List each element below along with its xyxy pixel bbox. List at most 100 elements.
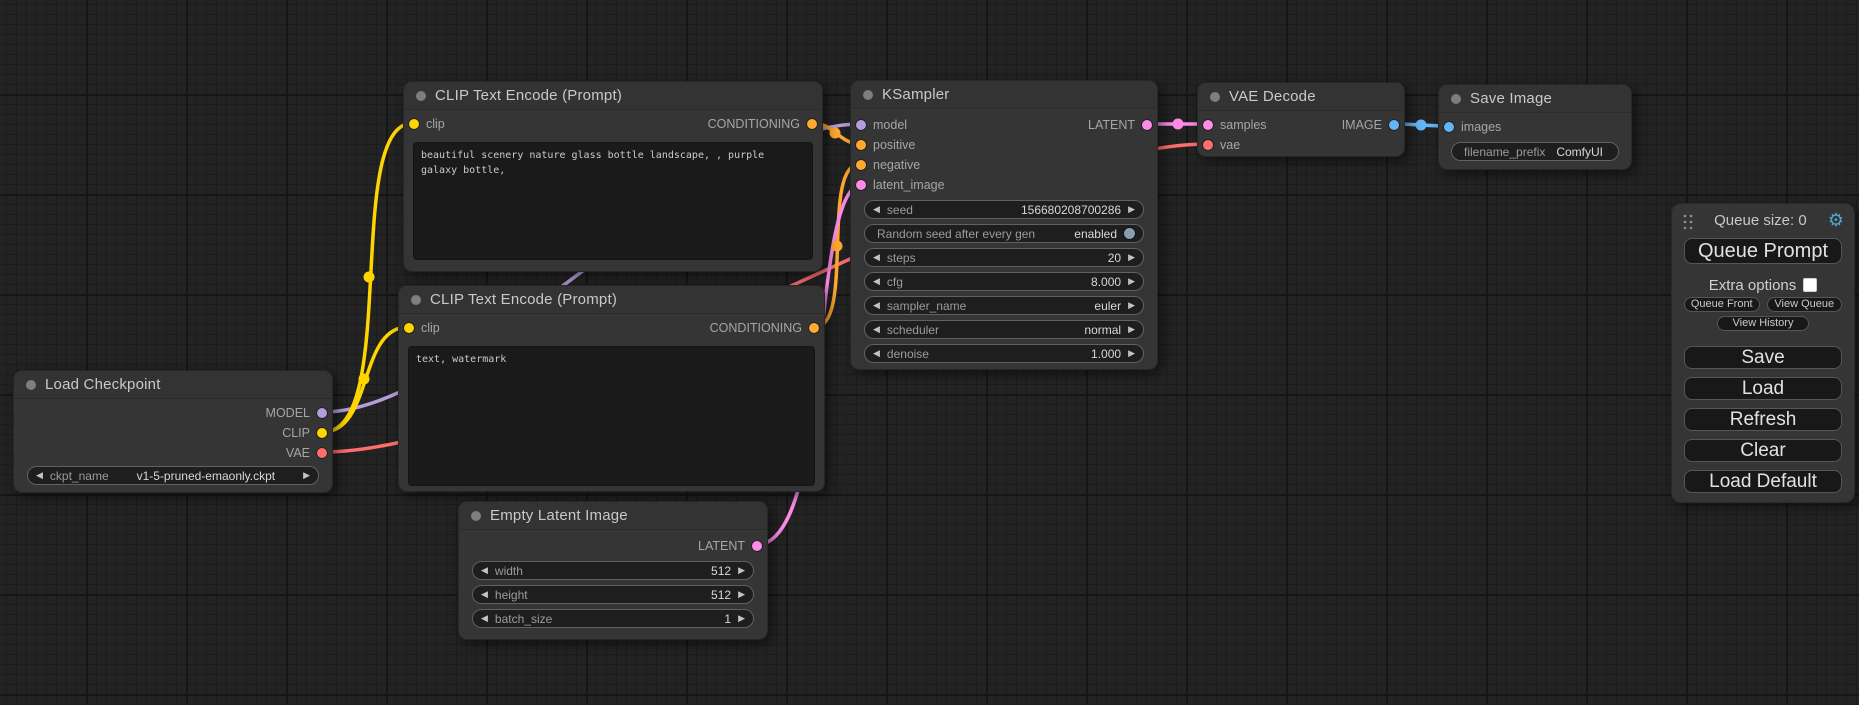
widget-batch-size[interactable]: ◀ batch_size 1 ▶: [472, 609, 754, 628]
widget-seed[interactable]: ◀ seed 156680208700286 ▶: [864, 200, 1144, 219]
decrement-arrow-icon[interactable]: ◀: [873, 349, 880, 358]
increment-arrow-icon[interactable]: ▶: [738, 566, 745, 575]
slot-row: vae: [1198, 135, 1404, 155]
decrement-arrow-icon[interactable]: ◀: [481, 590, 488, 599]
prompt-textarea[interactable]: beautiful scenery nature glass bottle la…: [413, 142, 813, 260]
input-slot-positive[interactable]: [856, 140, 866, 150]
input-slot-clip[interactable]: [404, 323, 414, 333]
collapse-toggle[interactable]: [1210, 92, 1220, 102]
node-header[interactable]: VAE Decode: [1198, 83, 1404, 111]
widget-steps[interactable]: ◀ steps 20 ▶: [864, 248, 1144, 267]
node-header[interactable]: CLIP Text Encode (Prompt): [399, 286, 824, 314]
node-save-image[interactable]: Save Image images filename_prefix ComfyU…: [1438, 84, 1632, 170]
toggle-indicator[interactable]: [1124, 228, 1135, 239]
increment-arrow-icon[interactable]: ▶: [1128, 349, 1135, 358]
queue-prompt-button[interactable]: Queue Prompt: [1684, 238, 1842, 264]
slot-row: CLIP: [14, 423, 332, 443]
input-slot-images[interactable]: [1444, 122, 1454, 132]
increment-arrow-icon[interactable]: ▶: [738, 590, 745, 599]
widget-random-seed-toggle[interactable]: Random seed after every gen enabled: [864, 224, 1144, 243]
queue-front-button[interactable]: Queue Front: [1684, 297, 1760, 312]
view-history-button[interactable]: View History: [1717, 316, 1809, 331]
increment-arrow-icon[interactable]: ▶: [1128, 253, 1135, 262]
increment-arrow-icon[interactable]: ▶: [1128, 277, 1135, 286]
increment-arrow-icon[interactable]: ▶: [1128, 301, 1135, 310]
input-label-clip: clip: [426, 117, 445, 131]
increment-arrow-icon[interactable]: ▶: [303, 471, 310, 480]
increment-arrow-icon[interactable]: ▶: [738, 614, 745, 623]
widget-value: 20: [1108, 251, 1121, 265]
input-label-model: model: [873, 118, 907, 132]
slot-row: clip CONDITIONING: [404, 114, 822, 134]
input-slot-samples[interactable]: [1203, 120, 1213, 130]
extra-options-label: Extra options: [1709, 277, 1797, 294]
decrement-arrow-icon[interactable]: ◀: [481, 614, 488, 623]
collapse-toggle[interactable]: [416, 91, 426, 101]
widget-sampler-name[interactable]: ◀ sampler_name euler ▶: [864, 296, 1144, 315]
decrement-arrow-icon[interactable]: ◀: [873, 253, 880, 262]
decrement-arrow-icon[interactable]: ◀: [873, 277, 880, 286]
node-vae-decode[interactable]: VAE Decode samples IMAGE vae: [1197, 82, 1405, 157]
decrement-arrow-icon[interactable]: ◀: [36, 471, 43, 480]
collapse-toggle[interactable]: [1451, 94, 1461, 104]
collapse-toggle[interactable]: [471, 511, 481, 521]
input-slot-vae[interactable]: [1203, 140, 1213, 150]
node-ksampler[interactable]: KSampler model LATENT positive: [850, 80, 1158, 370]
widget-denoise[interactable]: ◀ denoise 1.000 ▶: [864, 344, 1144, 363]
load-default-button[interactable]: Load Default: [1684, 470, 1842, 493]
decrement-arrow-icon[interactable]: ◀: [873, 301, 880, 310]
output-slot-conditioning[interactable]: [807, 119, 817, 129]
node-header[interactable]: KSampler: [851, 81, 1157, 109]
extra-options-checkbox[interactable]: [1803, 278, 1817, 292]
output-slot-latent[interactable]: [752, 541, 762, 551]
output-label-vae: VAE: [286, 446, 310, 460]
collapse-toggle[interactable]: [863, 90, 873, 100]
input-slot-latent-image[interactable]: [856, 180, 866, 190]
output-slot-vae[interactable]: [317, 448, 327, 458]
decrement-arrow-icon[interactable]: ◀: [873, 325, 880, 334]
clear-button[interactable]: Clear: [1684, 439, 1842, 462]
output-slot-clip[interactable]: [317, 428, 327, 438]
output-slot-image[interactable]: [1389, 120, 1399, 130]
input-slot-clip[interactable]: [409, 119, 419, 129]
node-clip-text-encode-positive[interactable]: CLIP Text Encode (Prompt) clip CONDITION…: [403, 81, 823, 272]
increment-arrow-icon[interactable]: ▶: [1128, 205, 1135, 214]
output-slot-latent[interactable]: [1142, 120, 1152, 130]
decrement-arrow-icon[interactable]: ◀: [873, 205, 880, 214]
input-slot-model[interactable]: [856, 120, 866, 130]
decrement-arrow-icon[interactable]: ◀: [481, 566, 488, 575]
widget-value: ComfyUI: [1556, 145, 1603, 159]
collapse-toggle[interactable]: [26, 380, 36, 390]
view-queue-button[interactable]: View Queue: [1767, 297, 1843, 312]
settings-gear-icon[interactable]: ⚙: [1828, 211, 1844, 229]
widget-scheduler[interactable]: ◀ scheduler normal ▶: [864, 320, 1144, 339]
output-slot-model[interactable]: [317, 408, 327, 418]
output-slot-conditioning[interactable]: [809, 323, 819, 333]
widget-width[interactable]: ◀ width 512 ▶: [472, 561, 754, 580]
widget-label: batch_size: [495, 612, 552, 626]
widget-ckpt-name[interactable]: ◀ ckpt_name v1-5-pruned-emaonly.ckpt ▶: [27, 466, 319, 485]
node-header[interactable]: Save Image: [1439, 85, 1631, 113]
workflow-actions: Save Load Refresh Clear Load Default: [1684, 346, 1842, 493]
input-label-images: images: [1461, 120, 1501, 134]
load-button[interactable]: Load: [1684, 377, 1842, 400]
node-clip-text-encode-negative[interactable]: CLIP Text Encode (Prompt) clip CONDITION…: [398, 285, 825, 492]
node-load-checkpoint[interactable]: Load Checkpoint MODEL CLIP VAE: [13, 370, 333, 493]
refresh-button[interactable]: Refresh: [1684, 408, 1842, 431]
input-slot-negative[interactable]: [856, 160, 866, 170]
node-header[interactable]: CLIP Text Encode (Prompt): [404, 82, 822, 110]
save-button[interactable]: Save: [1684, 346, 1842, 369]
node-empty-latent-image[interactable]: Empty Latent Image LATENT ◀ width 512 ▶ …: [458, 501, 768, 640]
menu-drag-handle-icon[interactable]: [1682, 212, 1693, 229]
graph-canvas[interactable]: Load Checkpoint MODEL CLIP VAE: [0, 0, 1859, 705]
collapse-toggle[interactable]: [411, 295, 421, 305]
widget-filename-prefix[interactable]: filename_prefix ComfyUI: [1451, 142, 1619, 161]
node-title: CLIP Text Encode (Prompt): [430, 291, 617, 308]
menu-header: Queue size: 0 ⚙: [1682, 210, 1844, 230]
widget-cfg[interactable]: ◀ cfg 8.000 ▶: [864, 272, 1144, 291]
node-header[interactable]: Empty Latent Image: [459, 502, 767, 530]
node-header[interactable]: Load Checkpoint: [14, 371, 332, 399]
widget-height[interactable]: ◀ height 512 ▶: [472, 585, 754, 604]
increment-arrow-icon[interactable]: ▶: [1128, 325, 1135, 334]
prompt-textarea[interactable]: text, watermark: [408, 346, 815, 486]
